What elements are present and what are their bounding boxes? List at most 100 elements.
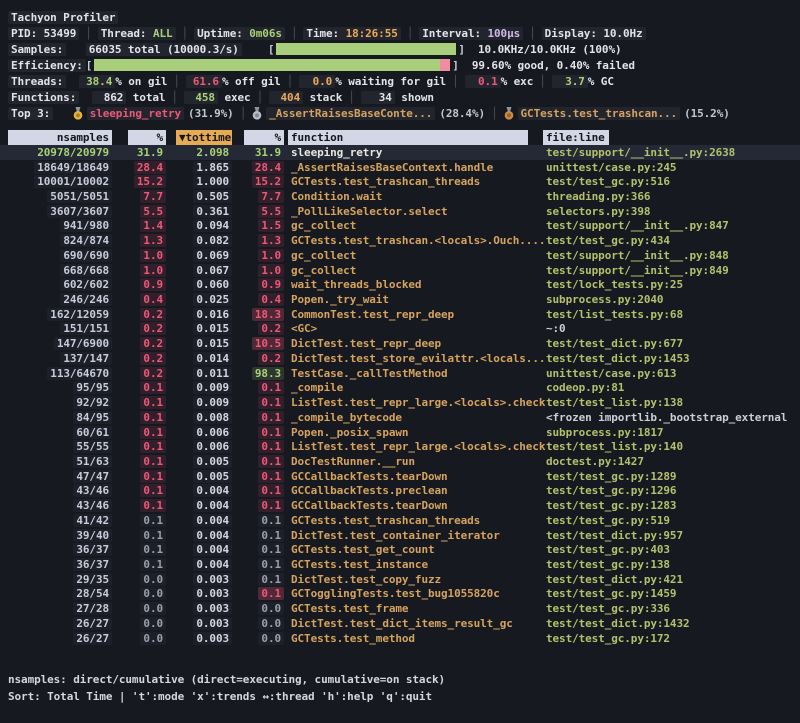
table-row[interactable]: 41/420.10.0040.1GCTests.test_trashcan_th…	[0, 513, 800, 528]
table-row[interactable]: 51/630.10.0050.1DocTestRunner.__rundocte…	[0, 454, 800, 469]
table-header-percent-direct[interactable]: %	[128, 130, 166, 145]
cell-tottime-value: 1.865	[193, 161, 232, 174]
table-row[interactable]: 20978/2097931.92.09831.9sleeping_retryte…	[0, 145, 800, 160]
cell-file-line: test/support/__init__.py:848	[543, 249, 800, 262]
cell-tottime-value: 0.060	[193, 278, 232, 291]
cell-function: Condition.wait	[288, 190, 528, 203]
table-row[interactable]: 137/1470.20.0140.2DictTest.test_store_ev…	[0, 351, 800, 366]
table-row[interactable]: 941/9801.40.0941.5gc_collecttest/support…	[0, 219, 800, 234]
cell-file-line: test/test_gc.py:519	[543, 514, 800, 527]
cell-tottime: 0.003	[176, 632, 232, 645]
cell-function: gc_collect	[288, 219, 528, 232]
table-row[interactable]: 55/550.10.0060.1ListTest.test_repr_large…	[0, 439, 800, 454]
spacer	[242, 43, 268, 56]
cell-percent-cumulative: 1.0	[244, 264, 284, 277]
table-row[interactable]: 29/350.00.0030.1DictTest.test_copy_fuzzt…	[0, 572, 800, 587]
table-row[interactable]: 28/540.00.0030.1GCTogglingTests.test_bug…	[0, 587, 800, 602]
cell-function: CommonTest.test_repr_deep	[288, 308, 528, 321]
cell-file-line-value: subprocess.py:2040	[543, 293, 666, 306]
cell-file-line: codeop.py:81	[543, 381, 800, 394]
cell-tottime: 0.003	[176, 587, 232, 600]
table-row[interactable]: 3607/36075.50.3615.5_PollLikeSelector.se…	[0, 204, 800, 219]
table-row[interactable]: 246/2460.40.0250.4Popen._try_waitsubproc…	[0, 292, 800, 307]
table-row[interactable]: 162/120590.20.01618.3CommonTest.test_rep…	[0, 307, 800, 322]
cell-file-line-value: doctest.py:1427	[543, 455, 647, 468]
cell-function-value: GCCallbackTests.tearDown	[288, 499, 451, 512]
cell-tottime-value: 0.009	[193, 396, 232, 409]
cell-nsamples: 60/61	[8, 426, 112, 439]
cell-tottime: 0.006	[176, 440, 232, 453]
table-header-function[interactable]: function	[288, 130, 528, 145]
table-row[interactable]: 92/920.10.0090.1ListTest.test_repr_large…	[0, 395, 800, 410]
cell-tottime-value: 0.011	[193, 367, 232, 380]
cell-file-line: test/support/__init__.py:849	[543, 264, 800, 277]
table-row[interactable]: 39/400.10.0040.1DictTest.test_container_…	[0, 528, 800, 543]
cell-tottime: 0.006	[176, 426, 232, 439]
cell-percent-cumulative: 0.4	[244, 293, 284, 306]
cell-tottime: 0.004	[176, 514, 232, 527]
cell-nsamples-value: 5051/5051	[47, 190, 112, 203]
table-row[interactable]: 60/610.10.0060.1Popen._posix_spawnsubpro…	[0, 425, 800, 440]
stat-label: PID:	[11, 27, 44, 40]
table-row[interactable]: 84/950.10.0080.1_compile_bytecode<frozen…	[0, 410, 800, 425]
cell-percent-direct-value: 0.0	[140, 632, 166, 645]
cell-function-value: CommonTest.test_repr_deep	[288, 308, 457, 321]
table-row[interactable]: 10001/1000215.21.00015.2GCTests.test_tra…	[0, 174, 800, 189]
thread-stat-number: 0.1	[468, 75, 498, 88]
cell-percent-cumulative-value: 0.2	[258, 322, 284, 335]
table-row[interactable]: 151/1510.20.0150.2<GC>~:0	[0, 322, 800, 337]
cell-tottime-value: 0.004	[193, 543, 232, 556]
cell-tottime-value: 0.015	[193, 337, 232, 350]
table-row[interactable]: 113/646700.20.01198.3TestCase._callTestM…	[0, 366, 800, 381]
cell-function: gc_collect	[288, 249, 528, 262]
table-row[interactable]: 26/270.00.0030.0DictTest.test_dict_items…	[0, 616, 800, 631]
cell-function-value: GCTogglingTests.test_bug1055820c	[288, 587, 503, 600]
cell-percent-direct: 1.3	[128, 234, 166, 247]
cell-nsamples-value: 29/35	[73, 573, 112, 586]
cell-nsamples: 3607/3607	[8, 205, 112, 218]
table-header-nsamples[interactable]: nsamples	[8, 130, 112, 145]
table-header-percent-cumulative[interactable]: %	[244, 130, 284, 145]
table-row[interactable]: 668/6681.00.0671.0gc_collecttest/support…	[0, 263, 800, 278]
table-header-file-line[interactable]: file:line	[543, 130, 609, 145]
table-row[interactable]: 26/270.00.0030.0GCTests.test_methodtest/…	[0, 631, 800, 646]
cell-percent-cumulative-value: 10.5	[252, 337, 284, 350]
cell-tottime: 0.008	[176, 411, 232, 424]
cell-percent-cumulative: 0.1	[244, 558, 284, 571]
table-row[interactable]: 47/470.10.0050.1GCCallbackTests.tearDown…	[0, 469, 800, 484]
table-row[interactable]: 36/370.10.0040.1GCTests.test_instancetes…	[0, 557, 800, 572]
cell-function-value: GCTests.test_trashcan.<locals>.Ouch....	[288, 234, 548, 247]
cell-file-line-value: codeop.py:81	[543, 381, 627, 394]
cell-file-line: test/test_list.py:138	[543, 396, 800, 409]
cell-percent-direct-value: 0.1	[140, 499, 166, 512]
cell-percent-cumulative-value: 0.0	[258, 632, 284, 645]
cell-nsamples-value: 10001/10002	[34, 175, 112, 188]
cell-file-line-value: test/test_gc.py:1289	[543, 470, 679, 483]
table-header-tottime[interactable]: ▼tottime	[176, 130, 232, 145]
table-row[interactable]: 95/950.10.0090.1_compilecodeop.py:81	[0, 381, 800, 396]
cell-file-line-value: ~:0	[543, 322, 569, 335]
cell-percent-direct: 7.7	[128, 190, 166, 203]
table-row[interactable]: 147/69000.20.01510.5DictTest.test_repr_d…	[0, 336, 800, 351]
table-row[interactable]: 43/460.10.0040.1GCCallbackTests.preclean…	[0, 484, 800, 499]
table-row[interactable]: 43/460.10.0040.1GCCallbackTests.tearDown…	[0, 498, 800, 513]
table-row[interactable]: 18649/1864928.41.86528.4_AssertRaisesBas…	[0, 160, 800, 175]
cell-tottime-value: 1.000	[193, 175, 232, 188]
separator-icon: │	[167, 75, 186, 88]
functions-label: Functions:	[8, 91, 79, 104]
cell-function-value: Popen._posix_spawn	[288, 426, 411, 439]
table-row[interactable]: 5051/50517.70.5057.7Condition.waitthread…	[0, 189, 800, 204]
cell-nsamples: 5051/5051	[8, 190, 112, 203]
cell-nsamples-value: 84/95	[73, 411, 112, 424]
table-row[interactable]: 690/6901.00.0691.0gc_collecttest/support…	[0, 248, 800, 263]
table-row[interactable]: 824/8741.30.0821.3GCTests.test_trashcan.…	[0, 233, 800, 248]
thread-stat-value: 38.4	[79, 75, 115, 88]
stat-value: 100μs	[488, 27, 521, 40]
cell-percent-direct: 0.1	[128, 558, 166, 571]
cell-file-line-value: test/test_gc.py:172	[543, 632, 673, 645]
cell-nsamples-value: 602/602	[60, 278, 112, 291]
stat-time: Time: 18:26:55	[303, 27, 400, 40]
table-row[interactable]: 27/280.00.0030.0GCTests.test_frametest/t…	[0, 601, 800, 616]
table-row[interactable]: 36/370.10.0040.1GCTests.test_get_countte…	[0, 542, 800, 557]
table-row[interactable]: 602/6020.90.0600.9wait_threads_blockedte…	[0, 277, 800, 292]
